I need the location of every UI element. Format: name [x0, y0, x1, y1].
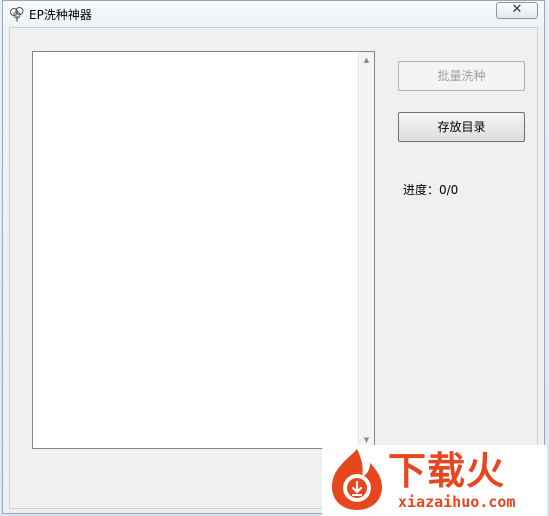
watermark-url: xiazaihuo.com: [398, 493, 516, 511]
save-directory-button[interactable]: 存放目录: [398, 112, 525, 142]
tree-icon: [10, 7, 24, 22]
flame-logo-icon: [332, 449, 382, 510]
watermark: 下载火 xiazaihuo.com: [322, 445, 547, 516]
client-area: ▲ ▼ 批量洗种 存放目录 进度：0/0: [9, 27, 538, 509]
close-button[interactable]: ✕: [496, 2, 538, 19]
watermark-title: 下载火: [388, 449, 506, 493]
window-title: EP洗种神器: [29, 8, 92, 22]
file-listbox[interactable]: ▲ ▼: [32, 51, 375, 449]
scroll-up-icon[interactable]: ▲: [359, 52, 374, 68]
progress-label: 进度：0/0: [403, 183, 459, 197]
batch-seed-button[interactable]: 批量洗种: [398, 61, 525, 91]
close-icon: ✕: [511, 2, 523, 17]
app-window: EP洗种神器 ✕ ▲ ▼ 批量洗种 存放目录 进度：0/0: [2, 0, 545, 514]
vertical-scrollbar[interactable]: ▲ ▼: [358, 52, 374, 448]
title-bar[interactable]: EP洗种神器 ✕: [3, 1, 544, 27]
